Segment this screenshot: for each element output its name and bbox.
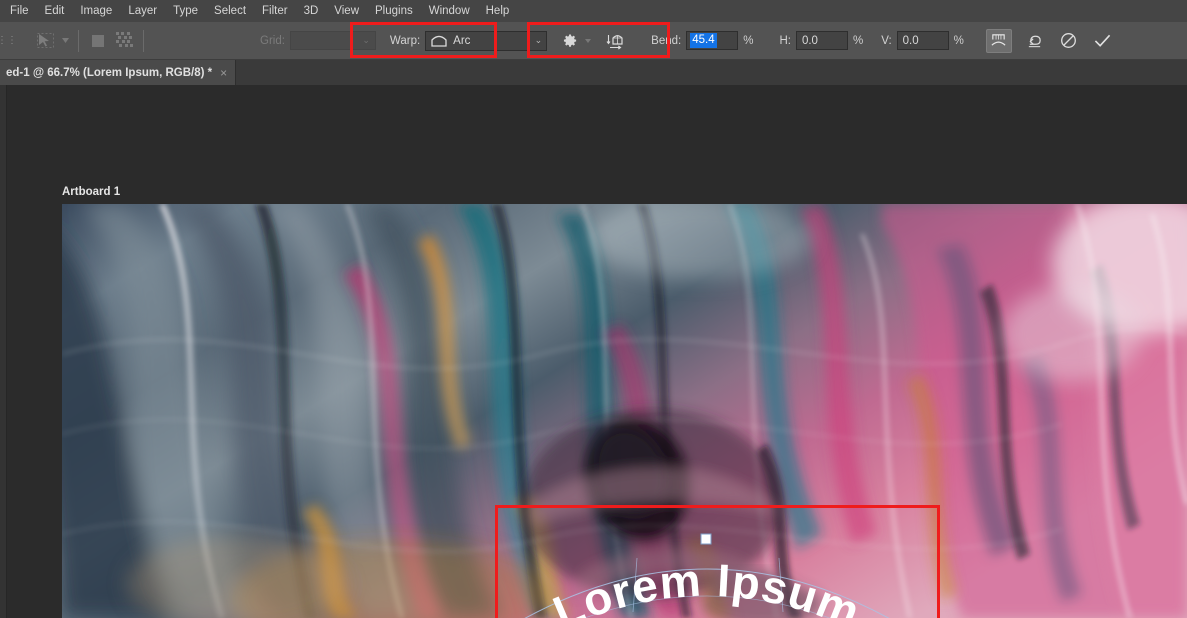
warp-control-group: Warp: Arc ⌄ xyxy=(389,30,548,51)
artboard[interactable]: Lorem Ipsum xyxy=(62,204,1187,618)
options-bar-drag-handle[interactable]: ⋮⋮ xyxy=(0,22,17,60)
photoshop-window: File Edit Image Layer Type Select Filter… xyxy=(0,0,1187,618)
options-divider-2 xyxy=(143,29,144,52)
transform-selection-icon xyxy=(32,29,58,53)
change-warp-orientation-icon xyxy=(606,34,623,49)
cancel-transform-button[interactable] xyxy=(1056,29,1082,53)
bend-value: 45.4 xyxy=(690,33,717,48)
h-unit: % xyxy=(852,34,864,47)
bend-control-group: Bend: 45.4 % xyxy=(651,31,753,50)
gear-icon xyxy=(563,34,576,47)
menu-item-view[interactable]: View xyxy=(326,3,367,20)
options-divider-1 xyxy=(78,29,79,52)
v-input[interactable]: 0.0 xyxy=(896,31,949,50)
reset-transform-button[interactable] xyxy=(1022,29,1048,53)
toggle-warp-icon xyxy=(991,34,1006,46)
menu-item-edit[interactable]: Edit xyxy=(37,3,73,20)
h-input[interactable]: 0.0 xyxy=(795,31,848,50)
v-value: 0.0 xyxy=(902,34,919,47)
bend-input[interactable]: 45.4 xyxy=(686,31,739,50)
toggle-warp-button[interactable] xyxy=(985,28,1012,53)
chevron-down-icon xyxy=(583,29,593,53)
menu-item-type[interactable]: Type xyxy=(165,3,206,20)
document-tab-title: ed-1 @ 66.7% (Lorem Ipsum, RGB/8) * xyxy=(6,66,213,79)
vertical-distortion-group: V: 0.0 % xyxy=(881,31,964,50)
h-label: H: xyxy=(779,34,791,47)
menu-item-select[interactable]: Select xyxy=(206,3,254,20)
bend-label: Bend: xyxy=(651,34,682,47)
menu-item-3d[interactable]: 3D xyxy=(296,3,327,20)
abstract-fluid-artwork xyxy=(62,204,1187,618)
options-bar: ⋮⋮ Grid: ⌄ Warp: Arc ⌄ Bend: 45.4 % H: 0… xyxy=(0,22,1187,60)
warp-style-value: Arc xyxy=(453,34,471,47)
warp-label: Warp: xyxy=(389,34,421,47)
warp-style-dropdown[interactable]: Arc ⌄ xyxy=(425,30,548,51)
toolbar-rail xyxy=(0,85,7,618)
menu-item-plugins[interactable]: Plugins xyxy=(367,3,421,20)
bend-unit: % xyxy=(743,34,754,47)
chevron-down-icon: ⌄ xyxy=(534,35,543,45)
artboard-label: Artboard 1 xyxy=(62,186,121,198)
menu-item-window[interactable]: Window xyxy=(421,3,478,20)
menu-item-help[interactable]: Help xyxy=(478,3,518,20)
commit-transform-button[interactable] xyxy=(1090,29,1116,53)
cancel-transform-icon xyxy=(1061,33,1077,48)
document-tab[interactable]: ed-1 @ 66.7% (Lorem Ipsum, RGB/8) * × xyxy=(0,60,237,85)
horizontal-distortion-group: H: 0.0 % xyxy=(779,31,863,50)
h-value: 0.0 xyxy=(801,34,818,47)
menu-item-file[interactable]: File xyxy=(2,3,37,20)
canvas-area[interactable]: Artboard 1 Lorem Ipsum xyxy=(0,85,1187,618)
warp-settings-button[interactable] xyxy=(557,29,583,53)
grid-dropdown[interactable]: ⌄ xyxy=(289,31,376,50)
commit-transform-checkmark-icon xyxy=(1095,34,1111,47)
solid-square-icon xyxy=(85,29,111,53)
menu-bar: File Edit Image Layer Type Select Filter… xyxy=(0,0,1187,22)
document-tab-bar: ed-1 @ 66.7% (Lorem Ipsum, RGB/8) * × xyxy=(0,60,1187,85)
pattern-grid-icon xyxy=(111,29,137,53)
menu-item-layer[interactable]: Layer xyxy=(120,3,165,20)
v-unit: % xyxy=(953,34,964,47)
menu-item-filter[interactable]: Filter xyxy=(254,3,296,20)
arc-warp-icon xyxy=(431,35,447,47)
close-icon[interactable]: × xyxy=(220,66,227,80)
v-label: V: xyxy=(881,34,892,47)
change-warp-orientation-button[interactable] xyxy=(603,29,629,53)
reset-undo-icon xyxy=(1029,35,1042,47)
grid-label: Grid: xyxy=(260,34,285,47)
chevron-down-icon xyxy=(58,29,72,53)
grid-control-group: Grid: ⌄ xyxy=(260,31,376,50)
menu-item-image[interactable]: Image xyxy=(72,3,120,20)
